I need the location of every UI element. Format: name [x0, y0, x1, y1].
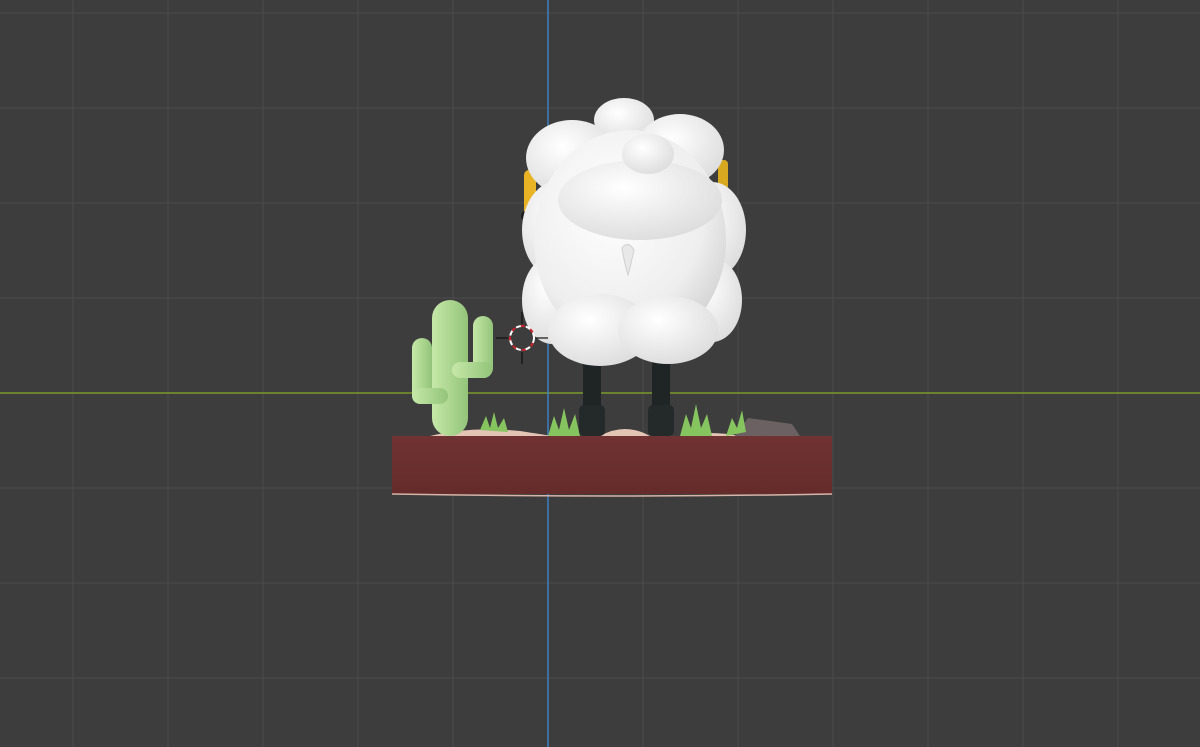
ground-base[interactable] [391, 436, 833, 497]
sheep-body[interactable] [522, 98, 746, 366]
cactus[interactable] [412, 300, 493, 436]
viewport-canvas[interactable] [0, 0, 1200, 747]
3d-viewport[interactable] [0, 0, 1200, 747]
sheep-legs[interactable] [579, 360, 674, 436]
